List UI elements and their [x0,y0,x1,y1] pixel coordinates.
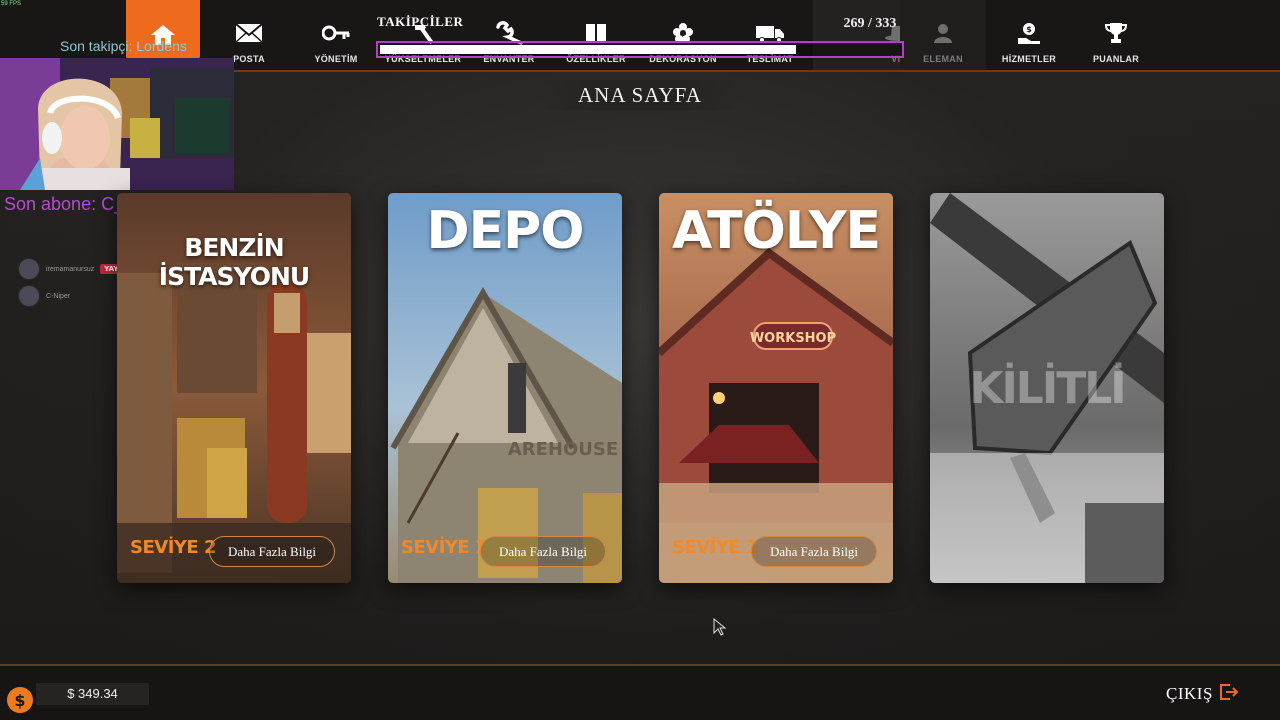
card-title: ATÖLYE [671,201,881,261]
card-workshop[interactable]: WORKSHOP ATÖLYE SEVİYE 1 Daha Fazla Bilg… [659,193,893,583]
follower-goal-bar [376,41,904,58]
follower-goal-title: TAKİPÇİLER [377,14,464,29]
nav-dekorasyon[interactable]: DEKORASYON [640,0,726,70]
logout-label: ÇIKIŞ [1166,684,1213,703]
page-title: ANA SAYFA [540,80,740,110]
nav-ozellikler[interactable]: ÖZELLİKLER [553,0,639,70]
svg-text:$: $ [1026,25,1032,34]
nav-label: YÖNETİM [314,54,358,64]
follower-goal-fill [380,45,796,54]
nav-puanlar[interactable]: PUANLAR [1073,0,1159,70]
svg-text:WORKSHOP: WORKSHOP [750,331,836,346]
nav-envanter[interactable]: ENVANTER [466,0,552,70]
envelope-icon [234,18,264,48]
fps-counter: 59 FPS [1,1,22,7]
more-info-button[interactable]: Daha Fazla Bilgi [751,536,877,567]
nav-label: ELEMAN [923,54,963,64]
coin-icon: $ [7,687,33,713]
more-info-button[interactable]: Daha Fazla Bilgi [480,536,606,567]
svg-text:AREHOUSE: AREHOUSE [508,439,618,460]
trophy-icon [1101,18,1131,48]
viewer-row: C-Niper [18,285,70,307]
nav-teslimat[interactable]: TESLİMAT [727,0,813,70]
webcam-feed [0,58,234,190]
logout-button[interactable]: ÇIKIŞ [1166,683,1239,705]
avatar [18,285,40,307]
locked-label: KİLİTLİ [969,363,1126,414]
person-icon [928,18,958,48]
mouse-cursor-icon [713,617,727,640]
nav-label: HİZMETLER [1001,54,1057,64]
nav-yukseltmeler[interactable]: YÜKSELTMELER [380,0,466,70]
card-level: SEVİYE 1 [672,537,759,558]
more-info-button[interactable]: Daha Fazla Bilgi [209,536,335,567]
card-title: DEPO [426,201,584,261]
card-title: BENZİN İSTASYONU [158,233,310,291]
viewer-name: C-Niper [46,292,71,300]
nav-label: POSTA [233,54,265,64]
exit-icon [1219,683,1239,705]
card-level: SEVİYE 1 [401,537,488,558]
money-balance: $ 349.34 [36,683,149,705]
card-gas-station[interactable]: BENZİN İSTASYONU SEVİYE 2 Daha Fazla Bil… [117,193,351,583]
nav-label: PUANLAR [1092,54,1140,64]
nav-eleman[interactable]: ELEMAN [900,0,986,70]
vip-count: 269 / 333 [843,16,897,31]
last-follower-label: Son takipçi: Lordens [60,38,187,54]
nav-hizmetler[interactable]: $ HİZMETLER [986,0,1072,70]
card-warehouse[interactable]: AREHOUSE DEPO SEVİYE 1 Daha Fazla Bilgi [388,193,622,583]
key-icon [321,18,351,48]
money-hand-icon: $ [1014,18,1044,48]
game-screen: POSTA YÖNETİM YÜKSELTMELER ENVANTER ÖZEL… [0,0,1280,720]
card-locked: KİLİTLİ [930,193,1164,583]
bottom-bar [0,664,1280,720]
card-level: SEVİYE 2 [130,537,217,558]
avatar [18,258,40,280]
nav-yonetim[interactable]: YÖNETİM [293,0,379,70]
viewer-name: iremamanursuz [46,265,95,273]
